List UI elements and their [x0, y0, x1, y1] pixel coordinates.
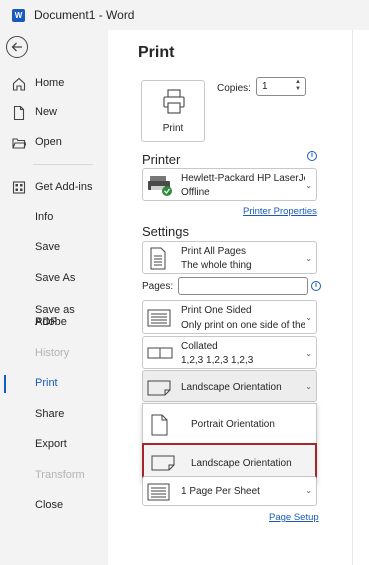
print-range-title: Print All Pages [181, 246, 247, 257]
nav-item-close[interactable]: Close [0, 493, 108, 519]
backstage-nav: Home New Open Get Add-ins Info Save Save… [0, 30, 108, 565]
pages-info-icon[interactable]: i [311, 281, 321, 291]
nav-item-label: Print [35, 377, 58, 389]
chevron-down-icon: ⌄ [305, 313, 312, 322]
page-title: Print [138, 44, 175, 61]
nav-item-label: Export [35, 438, 67, 450]
copies-spinner-icon[interactable]: ▲ ▼ [295, 79, 301, 93]
printer-device-icon [148, 176, 172, 196]
nav-item-label: Share [35, 408, 65, 420]
menu-item-label: Portrait Orientation [191, 419, 275, 430]
collation-title: Collated [181, 341, 218, 352]
landscape-icon [147, 380, 171, 396]
active-indicator [4, 375, 6, 393]
collation-dropdown[interactable]: Collated 1,2,3 1,2,3 1,2,3 ⌄ [142, 336, 317, 369]
print-range-subtitle: The whole thing [181, 260, 252, 271]
nav-item-label: Save [35, 241, 61, 253]
collation-subtitle: 1,2,3 1,2,3 1,2,3 [181, 355, 254, 366]
sides-title: Print One Sided [181, 305, 252, 316]
orientation-menu: Portrait Orientation Landscape Orientati… [142, 403, 317, 483]
word-icon: W [12, 9, 25, 22]
chevron-down-icon: ⌄ [305, 181, 312, 190]
nav-item-new[interactable]: New [0, 100, 108, 126]
nav-item-save-as[interactable]: Save As [0, 266, 108, 292]
home-icon [12, 77, 26, 91]
add-ins-icon [12, 181, 26, 194]
print-pane: Print Print Copies: 1 ▲ ▼ Printer i Hewle… [108, 30, 369, 565]
one-sided-icon [147, 309, 171, 327]
pages-per-sheet-value: 1 Page Per Sheet [181, 486, 260, 497]
settings-heading: Settings [142, 224, 189, 239]
printer-name: Hewlett-Packard HP LaserJet... [181, 173, 305, 184]
nav-item-label: New [35, 106, 58, 118]
printer-dropdown[interactable]: Hewlett-Packard HP LaserJet... Offline ⌄ [142, 168, 317, 201]
nav-item-save-as-adobe-pdf[interactable]: Save as Adobe PDF [0, 298, 108, 332]
nav-item-label: Transform [35, 469, 85, 481]
nav-item-save[interactable]: Save [0, 235, 108, 261]
sides-subtitle: Only print on one side of the... [181, 320, 305, 331]
nav-item-info[interactable]: Info [0, 205, 108, 231]
print-button[interactable]: Print [141, 80, 205, 142]
new-document-icon [13, 105, 25, 121]
nav-item-label: Open [35, 136, 62, 148]
page-setup-link[interactable]: Page Setup [269, 512, 319, 523]
nav-item-label: Save As [35, 272, 76, 284]
window-title: Document1 - Word [34, 8, 135, 22]
copies-value: 1 [262, 81, 268, 92]
nav-item-label: Info [35, 211, 54, 223]
portrait-icon [151, 414, 168, 436]
nav-item-label-line2: PDF [35, 316, 57, 328]
pages-input[interactable] [178, 277, 308, 295]
back-arrow-icon [11, 42, 22, 52]
printer-properties-link[interactable]: Printer Properties [243, 206, 317, 217]
chevron-down-icon: ⌄ [305, 382, 312, 391]
chevron-down-icon: ⌄ [305, 254, 312, 263]
collated-icon [147, 347, 173, 359]
nav-divider [33, 164, 93, 165]
pages-per-sheet-icon [147, 483, 170, 501]
nav-item-get-add-ins[interactable]: Get Add-ins [0, 175, 108, 201]
all-pages-icon [150, 247, 166, 270]
landscape-icon [151, 455, 175, 471]
menu-item-label: Landscape Orientation [191, 458, 292, 469]
print-range-dropdown[interactable]: Print All Pages The whole thing ⌄ [142, 241, 317, 274]
pages-label: Pages: [142, 281, 174, 292]
nav-item-open[interactable]: Open [0, 130, 108, 156]
nav-item-transform[interactable]: Transform [0, 463, 108, 489]
chevron-down-icon: ⌄ [305, 486, 312, 495]
copies-input[interactable]: 1 ▲ ▼ [256, 77, 306, 96]
nav-item-label: Get Add-ins [35, 181, 93, 193]
nav-item-label: History [35, 347, 70, 359]
nav-item-export[interactable]: Export [0, 432, 108, 458]
nav-item-print[interactable]: Print [0, 371, 108, 397]
print-button-label: Print [162, 123, 184, 134]
title-bar: W Document1 - Word [0, 0, 369, 30]
menu-item-portrait[interactable]: Portrait Orientation [143, 405, 316, 443]
printer-icon [163, 89, 185, 114]
orientation-value: Landscape Orientation [181, 382, 282, 393]
nav-item-share[interactable]: Share [0, 402, 108, 428]
chevron-down-icon: ⌄ [305, 349, 312, 358]
open-folder-icon [12, 138, 26, 149]
copies-label: Copies: [217, 83, 251, 94]
printer-heading: Printer [142, 152, 181, 167]
nav-item-home[interactable]: Home [0, 71, 108, 97]
orientation-dropdown[interactable]: Landscape Orientation ⌄ [142, 370, 317, 402]
back-button[interactable] [6, 36, 28, 58]
sides-dropdown[interactable]: Print One Sided Only print on one side o… [142, 300, 317, 334]
nav-item-label: Home [35, 77, 65, 89]
pane-divider [352, 30, 353, 565]
printer-status: Offline [181, 187, 210, 198]
nav-item-history[interactable]: History [0, 341, 108, 367]
printer-info-icon[interactable]: i [307, 151, 317, 161]
nav-item-label: Close [35, 499, 64, 511]
pages-per-sheet-dropdown[interactable]: 1 Page Per Sheet ⌄ [142, 476, 317, 506]
